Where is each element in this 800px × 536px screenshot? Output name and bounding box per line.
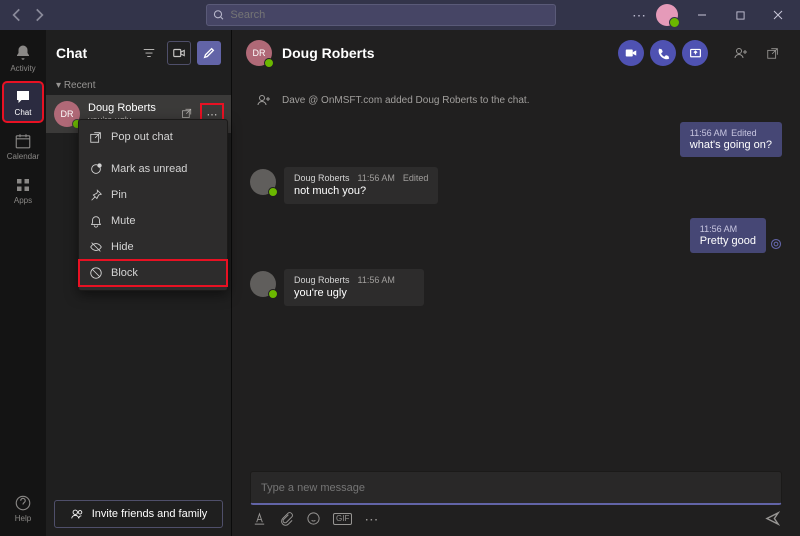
message-time: 11:56 AM bbox=[700, 224, 737, 234]
message-body: not much you? bbox=[294, 185, 428, 197]
chat-list-panel: Chat ▾ Recent DR Doug Roberts you're ugl… bbox=[46, 30, 232, 536]
section-recent[interactable]: ▾ Recent bbox=[46, 76, 231, 95]
left-rail: Activity Chat Calendar Apps Help bbox=[0, 30, 46, 536]
rail-item-help[interactable]: Help bbox=[3, 488, 43, 528]
meet-now-button[interactable] bbox=[167, 41, 191, 65]
chat-list-header: Chat bbox=[46, 30, 231, 76]
contact-avatar: DR bbox=[54, 101, 80, 127]
search-input[interactable] bbox=[230, 9, 549, 21]
message-incoming: Doug Roberts 11:56 AM you're ugly bbox=[250, 269, 782, 306]
rail-label: Help bbox=[15, 514, 31, 523]
rail-item-apps[interactable]: Apps bbox=[3, 170, 43, 210]
popout-chat-button[interactable] bbox=[760, 40, 786, 66]
rail-label: Apps bbox=[14, 196, 32, 205]
gif-button[interactable]: GIF bbox=[333, 513, 352, 525]
chat-list-title: Chat bbox=[56, 45, 131, 61]
chat-context-menu: Pop out chat Mark as unread Pin Mute Hid… bbox=[78, 119, 228, 291]
audio-call-button[interactable] bbox=[650, 40, 676, 66]
current-user-avatar[interactable] bbox=[656, 4, 678, 26]
menu-hide[interactable]: Hide bbox=[79, 234, 227, 260]
message-composer: GIF ⋯ bbox=[232, 471, 800, 536]
search-icon bbox=[213, 9, 224, 21]
menu-block[interactable]: Block bbox=[79, 260, 227, 286]
sender-name: Doug Roberts bbox=[294, 173, 350, 183]
message-body: what's going on? bbox=[690, 139, 772, 151]
people-icon bbox=[70, 507, 84, 521]
menu-mark-as-unread[interactable]: Mark as unread bbox=[79, 156, 227, 182]
menu-pin[interactable]: Pin bbox=[79, 182, 227, 208]
nav-forward-button[interactable] bbox=[30, 6, 48, 24]
add-people-button[interactable] bbox=[728, 40, 754, 66]
sender-name: Doug Roberts bbox=[294, 275, 350, 285]
send-button[interactable] bbox=[765, 511, 780, 526]
compose-input[interactable] bbox=[261, 482, 771, 494]
message-body: Pretty good bbox=[700, 235, 756, 247]
search-box[interactable] bbox=[206, 4, 556, 26]
message-body: you're ugly bbox=[294, 287, 414, 299]
rail-label: Chat bbox=[15, 108, 32, 117]
window-minimize-button[interactable] bbox=[688, 4, 716, 26]
chat-header: DR Doug Roberts bbox=[232, 30, 800, 76]
message-time: 11:56 AM bbox=[690, 128, 727, 138]
message-time: 11:56 AM bbox=[358, 173, 395, 183]
filter-button[interactable] bbox=[137, 41, 161, 65]
contact-name: Doug Roberts bbox=[88, 102, 173, 115]
chat-header-name: Doug Roberts bbox=[282, 45, 375, 61]
share-screen-button[interactable] bbox=[682, 40, 708, 66]
new-chat-button[interactable] bbox=[197, 41, 221, 65]
message-list: Dave @ OnMSFT.com added Doug Roberts to … bbox=[232, 76, 800, 471]
compose-input-box[interactable] bbox=[250, 471, 782, 505]
settings-more-button[interactable]: ⋯ bbox=[632, 7, 646, 24]
window-close-button[interactable] bbox=[764, 4, 792, 26]
rail-label: Calendar bbox=[7, 152, 39, 161]
rail-item-chat[interactable]: Chat bbox=[3, 82, 43, 122]
more-compose-options[interactable]: ⋯ bbox=[364, 511, 378, 526]
message-incoming: Doug Roberts 11:56 AM Edited not much you? bbox=[250, 167, 782, 204]
titlebar: ⋯ bbox=[0, 0, 800, 30]
format-icon[interactable] bbox=[252, 511, 267, 526]
menu-pop-out-chat[interactable]: Pop out chat bbox=[79, 124, 227, 150]
message-outgoing: 11:56 AM Edited what's going on? bbox=[250, 122, 782, 157]
nav-back-button[interactable] bbox=[8, 6, 26, 24]
rail-item-calendar[interactable]: Calendar bbox=[3, 126, 43, 166]
sender-avatar[interactable] bbox=[250, 169, 276, 195]
edited-label: Edited bbox=[731, 128, 757, 138]
rail-item-activity[interactable]: Activity bbox=[3, 38, 43, 78]
message-time: 11:56 AM bbox=[358, 275, 395, 285]
read-receipt-icon bbox=[770, 238, 782, 253]
sender-avatar[interactable] bbox=[250, 271, 276, 297]
chat-main: DR Doug Roberts Dave @ OnMSFT.com added … bbox=[232, 30, 800, 536]
video-call-button[interactable] bbox=[618, 40, 644, 66]
message-outgoing: 11:56 AM Pretty good bbox=[250, 218, 782, 253]
system-message: Dave @ OnMSFT.com added Doug Roberts to … bbox=[250, 86, 782, 122]
edited-label: Edited bbox=[403, 173, 429, 183]
window-maximize-button[interactable] bbox=[726, 4, 754, 26]
chat-header-avatar[interactable]: DR bbox=[246, 40, 272, 66]
rail-label: Activity bbox=[10, 64, 35, 73]
person-add-icon bbox=[256, 92, 272, 108]
invite-friends-button[interactable]: Invite friends and family bbox=[54, 500, 223, 528]
emoji-icon[interactable] bbox=[306, 511, 321, 526]
attach-icon[interactable] bbox=[279, 511, 294, 526]
menu-mute[interactable]: Mute bbox=[79, 208, 227, 234]
